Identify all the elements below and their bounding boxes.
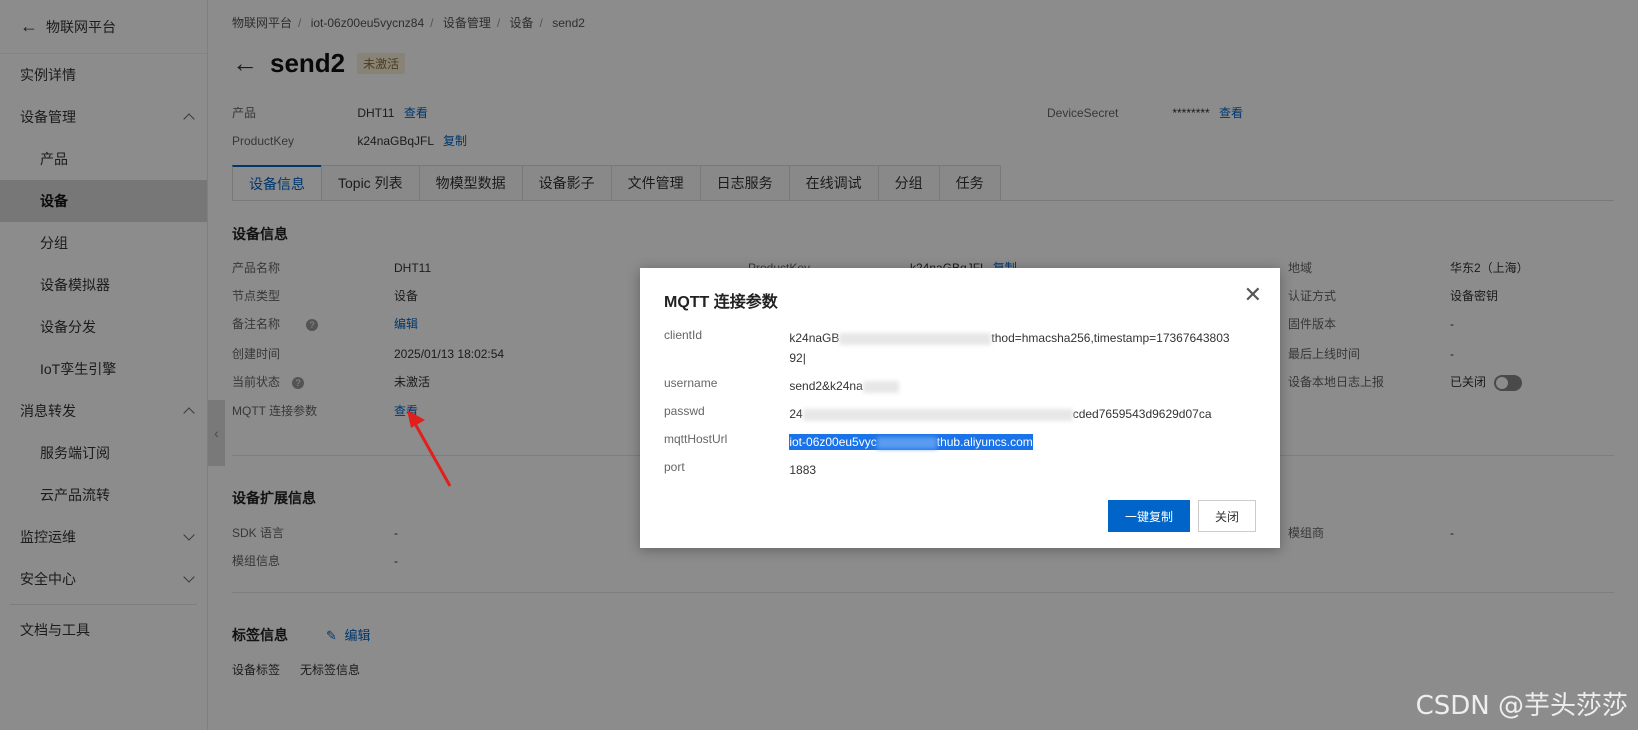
param-value[interactable]: 1883 <box>789 460 1259 480</box>
passwd-end: cded7659543d9629d07ca <box>1072 407 1212 421</box>
dialog-title: MQTT 连接参数 <box>664 294 778 311</box>
host-start: iot-06z00eu5vyc <box>789 435 877 449</box>
redacted-segment <box>839 332 992 345</box>
clientid-end: 92| <box>789 351 806 365</box>
clientid-mid: thod=hmacsha256,timestamp=17367643803 <box>991 331 1230 345</box>
close-button[interactable]: 关闭 <box>1198 500 1256 532</box>
param-key: passwd <box>664 404 705 418</box>
param-key: port <box>664 460 685 474</box>
param-key: username <box>664 376 718 390</box>
redacted-segment <box>802 408 1073 421</box>
redacted-segment <box>876 436 937 449</box>
mqtt-params-dialog: MQTT 连接参数 ✕ clientId k24naGB thod=hmacsha… <box>640 268 1280 548</box>
param-value[interactable]: iot-06z00eu5vyc thub.aliyuncs.com <box>789 432 1259 452</box>
selected-host-text: iot-06z00eu5vyc thub.aliyuncs.com <box>789 434 1033 450</box>
param-value[interactable]: k24naGB thod=hmacsha256,timestamp=1736764… <box>789 328 1259 368</box>
param-row-passwd: passwd 24 cded7659543d9629d07ca <box>664 404 1259 424</box>
close-icon[interactable]: ✕ <box>1244 284 1262 306</box>
redacted-segment <box>862 380 899 393</box>
watermark: CSDN @芋头莎莎 <box>1415 691 1628 721</box>
username-start: send2&k24na <box>789 379 863 393</box>
param-value[interactable]: send2&k24na <box>789 376 1259 396</box>
param-key: mqttHostUrl <box>664 432 728 446</box>
clientid-start: k24naGB <box>789 331 840 345</box>
host-end: thub.aliyuncs.com <box>936 435 1033 449</box>
param-value[interactable]: 24 cded7659543d9629d07ca <box>789 404 1259 424</box>
passwd-start: 24 <box>789 407 803 421</box>
param-row-clientid: clientId k24naGB thod=hmacsha256,timestam… <box>664 328 1259 368</box>
param-key: clientId <box>664 328 703 342</box>
param-row-port: port 1883 <box>664 460 1259 480</box>
copy-all-button[interactable]: 一键复制 <box>1108 500 1190 532</box>
param-row-hosturl: mqttHostUrl iot-06z00eu5vyc thub.aliyuncs… <box>664 432 1259 452</box>
param-row-username: username send2&k24na <box>664 376 1259 396</box>
red-annotation-arrow-icon <box>407 410 452 487</box>
